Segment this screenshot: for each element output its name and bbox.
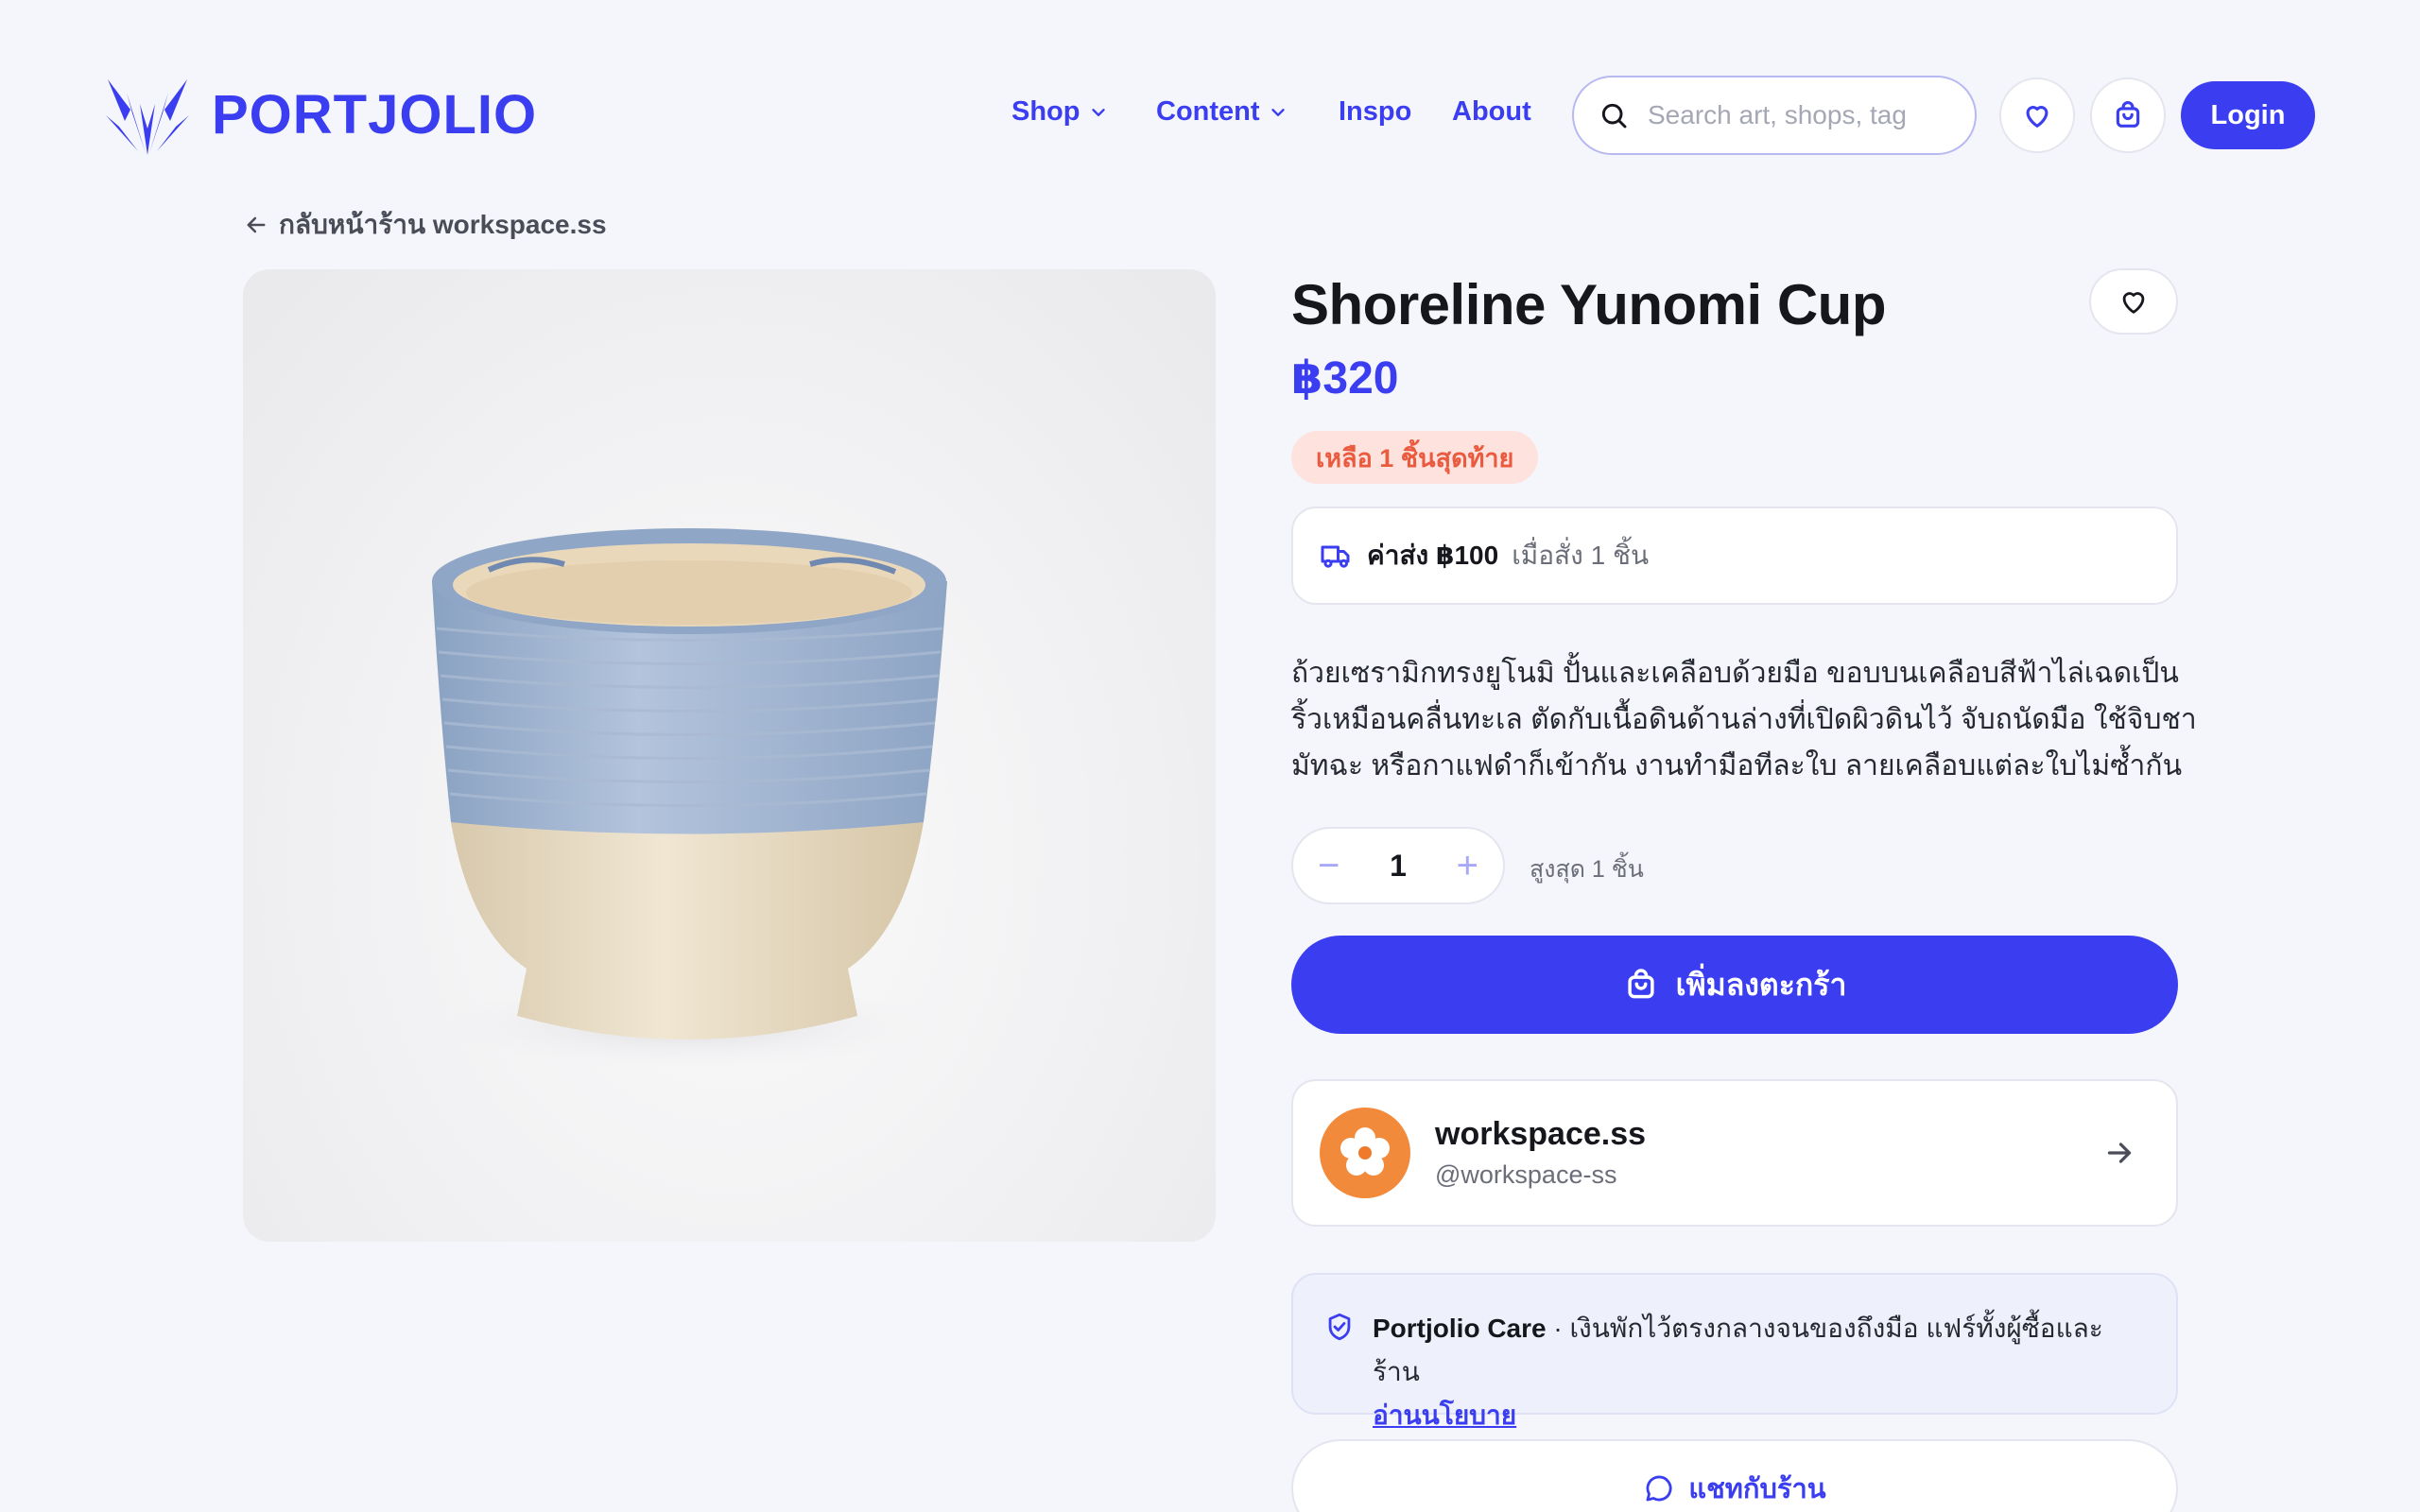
nav-about[interactable]: About [1452,96,1531,128]
nav-content[interactable]: Content [1156,96,1288,128]
nav-inspo[interactable]: Inspo [1339,96,1411,128]
nav-shop[interactable]: Shop [1011,96,1109,128]
wishlist-button[interactable] [1999,77,2075,153]
brand-logo[interactable]: PORTJOLIO [104,72,537,157]
policy-link[interactable]: อ่านนโยบาย [1373,1400,1516,1430]
chat-bubble-icon [1646,1475,1672,1502]
back-to-shop-link[interactable]: กลับหน้าร้าน workspace.ss [243,204,607,246]
yunomi-cup-illustration [432,528,947,1069]
arrow-left-icon [247,216,266,233]
product-description: ถ้วยเซรามิกทรงยูโนมิ ปั้นและเคลือบด้วยมื… [1291,658,2197,782]
fox-logo-icon [106,79,189,155]
shield-check-icon [1328,1313,1351,1341]
shop-avatar [1320,1108,1410,1198]
shipping-cost: ค่าส่ง ฿100 [1367,541,1499,570]
flower-logo-icon [1340,1127,1390,1176]
nav-content-label: Content [1156,96,1260,127]
back-link-label: กลับหน้าร้าน workspace.ss [279,210,607,239]
shop-name: workspace.ss [1435,1116,1647,1152]
chat-with-shop-button[interactable]: แชทกับร้าน [1291,1439,2178,1512]
brand-name: PORTJOLIO [212,83,538,146]
shop-info: workspace.ss @workspace-ss [1435,1116,1646,1190]
increase-quantity-button[interactable]: + [1457,847,1478,885]
search-box[interactable] [1572,76,1977,155]
cart-icon [1627,969,1654,999]
product-title: Shoreline Yunomi Cup [1291,273,1886,336]
chevron-down-icon [1091,108,1105,116]
nav-about-label: About [1452,96,1531,127]
product-price: ฿320 [1291,353,1399,404]
max-quantity-note: สูงสุด 1 ชิ้น [1530,856,1644,883]
stock-badge: เหลือ 1 ชิ้นสุดท้าย [1291,431,1539,484]
shipping-info: ค่าส่ง ฿100 เมื่อสั่ง 1 ชิ้น [1291,507,2178,605]
search-icon [1601,103,1627,129]
decrease-quantity-button[interactable]: − [1318,847,1340,885]
cart-button[interactable] [2090,77,2166,153]
product-image[interactable] [243,269,1216,1242]
shop-handle: @workspace-ss [1435,1160,1617,1189]
chat-label: แชทกับร้าน [1688,1474,1826,1504]
site-header: PORTJOLIO Shop Content Inspo About Login [0,0,2420,189]
truck-icon [1321,545,1350,568]
shipping-condition: เมื่อสั่ง 1 ชิ้น [1512,541,1650,570]
shop-card[interactable]: workspace.ss @workspace-ss [1291,1079,2178,1227]
login-button[interactable]: Login [2181,81,2315,149]
quantity-stepper[interactable]: − 1 + [1291,827,1505,904]
add-to-cart-label: เพิ่มลงตะกร้า [1675,967,1847,1002]
portjolio-care-notice: Portjolio Care · เงินพักไว้ตรงกลางจนของถ… [1291,1273,2178,1430]
heart-icon [2122,292,2145,314]
chevron-down-icon [1270,108,1285,116]
quantity-value: 1 [1390,848,1407,883]
heart-icon [2026,106,2048,128]
nav-inspo-label: Inspo [1339,96,1412,127]
nav-shop-label: Shop [1011,96,1080,127]
search-input[interactable] [1648,100,1931,130]
arrow-right-icon [2107,1143,2132,1163]
add-to-cart-button[interactable]: เพิ่มลงตะกร้า [1291,936,2178,1034]
favorite-button[interactable] [2089,268,2178,335]
cart-icon [2116,101,2140,128]
care-brand: Portjolio Care [1373,1314,1547,1343]
care-text: Portjolio Care · เงินพักไว้ตรงกลางจนของถ… [1373,1307,2150,1430]
